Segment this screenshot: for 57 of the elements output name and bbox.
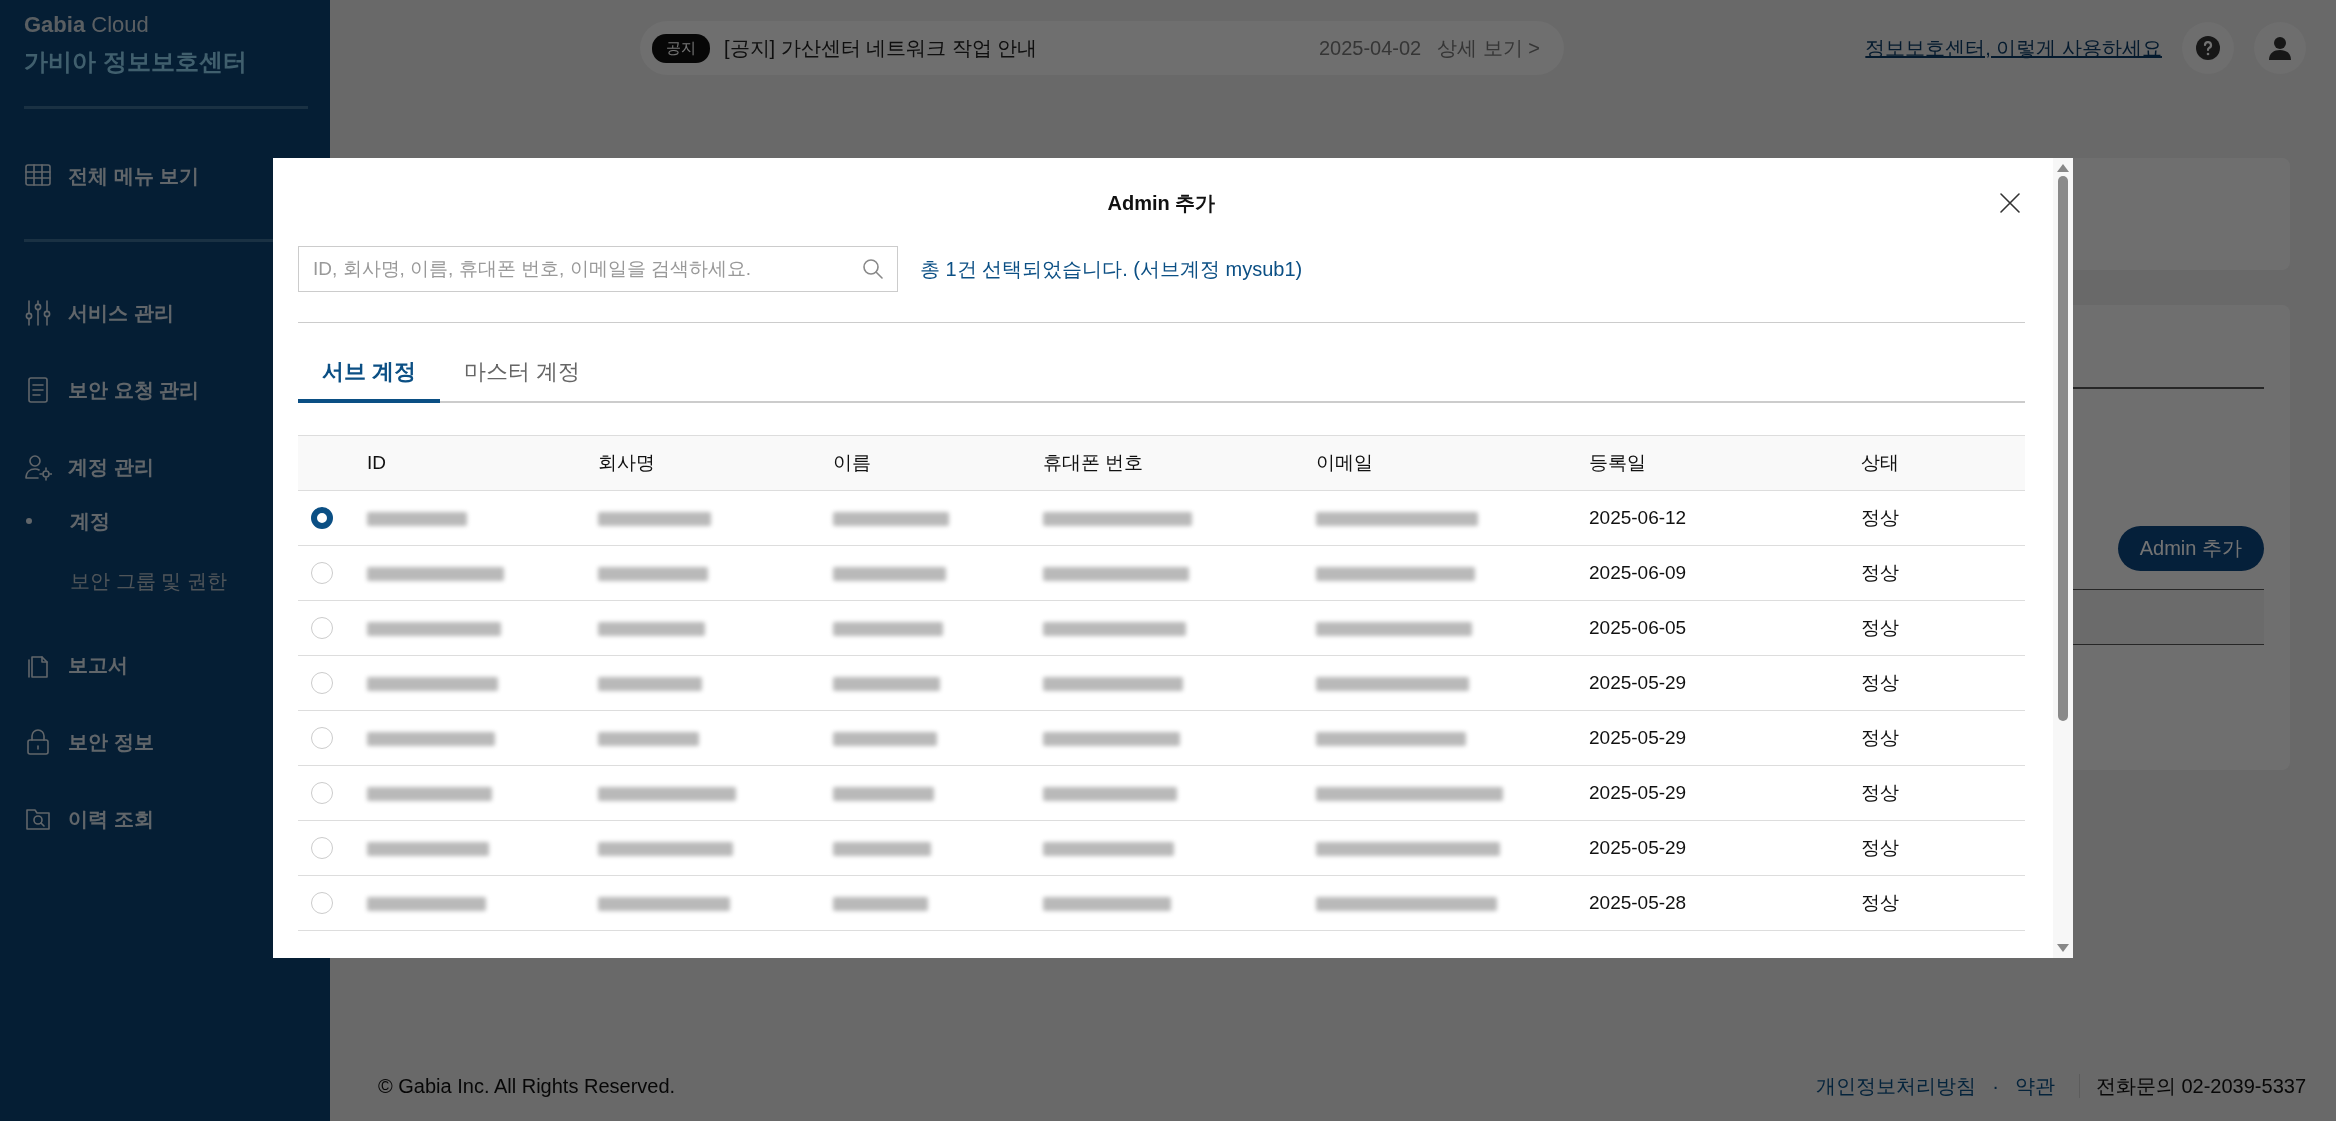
table-cell: 정상 — [1861, 837, 1899, 858]
help-link[interactable]: 정보보호센터, 이렇게 사용하세요 — [1865, 34, 2162, 62]
phone-text: 전화문의 02-2039-5337 — [2095, 1073, 2306, 1099]
notice-bar[interactable]: 공지 [공지] 가산센터 네트워크 작업 안내 2025-04-02 상세 보기 > — [640, 21, 1564, 75]
column-header: 회사명 — [598, 452, 655, 473]
modal-title: Admin 추가 — [1107, 190, 1216, 216]
brand-name: Gabia Cloud — [24, 12, 150, 38]
notice-date: 2025-04-02 — [1318, 36, 1422, 60]
app-title: 가비아 정보보호센터 — [24, 47, 248, 77]
table-cell: 정상 — [1861, 782, 1899, 803]
column-header: 휴대폰 번호 — [1043, 452, 1144, 473]
close-icon — [1999, 192, 2021, 214]
notice-text: [공지] 가산센터 네트워크 작업 안내 — [724, 35, 1039, 61]
column-header: ID — [367, 452, 386, 473]
separator-dot: · — [1992, 1074, 1999, 1098]
tab[interactable]: 마스터 계정 — [440, 347, 605, 403]
sidebar-item[interactable]: 이력 조회 — [24, 804, 308, 834]
radio-button[interactable] — [311, 507, 333, 529]
table-cell: 2025-05-29 — [1589, 672, 1687, 693]
admin-add-button[interactable]: Admin 추가 — [2117, 526, 2264, 571]
user-icon — [2266, 34, 2294, 62]
table-cell: 2025-05-29 — [1589, 837, 1687, 858]
help-icon — [2195, 35, 2221, 61]
table-cell: 2025-05-28 — [1589, 892, 1687, 913]
table-cell: 2025-06-05 — [1589, 617, 1687, 638]
sidebar-item[interactable]: 서비스 관리 — [24, 298, 308, 328]
copyright-text: © Gabia Inc. All Rights Reserved. — [378, 1074, 676, 1098]
footer-link[interactable]: 약관 — [2014, 1072, 2055, 1100]
sidebar-item[interactable]: 계정 관리 — [24, 452, 308, 482]
sliders-icon — [24, 299, 52, 327]
user-gear-icon — [24, 453, 52, 481]
footer-link[interactable]: 개인정보처리방침 — [1816, 1072, 1977, 1100]
search-field[interactable]: ID, 회사명, 이름, 휴대폰 번호, 이메일을 검색하세요. — [298, 246, 898, 292]
tab[interactable]: 서브 계정 — [298, 347, 441, 403]
search-icon — [862, 258, 884, 280]
table-cell: 정상 — [1861, 672, 1899, 693]
lock-icon — [24, 728, 52, 756]
table-cell: 정상 — [1861, 617, 1899, 638]
selection-summary: 총 1건 선택되었습니다. (서브계정 mysub1) — [920, 256, 1303, 282]
sidebar-item[interactable]: 보안 정보 — [24, 727, 308, 757]
table-cell: 2025-06-09 — [1589, 562, 1687, 583]
detail-link[interactable]: 상세 보기 > — [1437, 34, 1540, 62]
column-header: 이름 — [833, 452, 871, 473]
column-header: 상태 — [1861, 452, 1899, 473]
table-cell: 정상 — [1861, 892, 1899, 913]
sidebar-subitem[interactable]: 계정 — [24, 507, 308, 535]
table-cell: 2025-05-29 — [1589, 727, 1687, 748]
table-cell: 정상 — [1861, 562, 1899, 583]
sidebar-item[interactable]: 보고서 — [24, 650, 308, 680]
notice-badge: 공지 — [652, 33, 710, 63]
column-header: 등록일 — [1589, 452, 1646, 473]
table-cell: 정상 — [1861, 727, 1899, 748]
table-cell: 2025-05-29 — [1589, 782, 1687, 803]
all-menu-link[interactable]: 전체 메뉴 보기 — [24, 161, 308, 191]
table-cell: 2025-06-12 — [1589, 507, 1687, 528]
table-cell: 정상 — [1861, 507, 1899, 528]
column-header: 이메일 — [1316, 452, 1373, 473]
